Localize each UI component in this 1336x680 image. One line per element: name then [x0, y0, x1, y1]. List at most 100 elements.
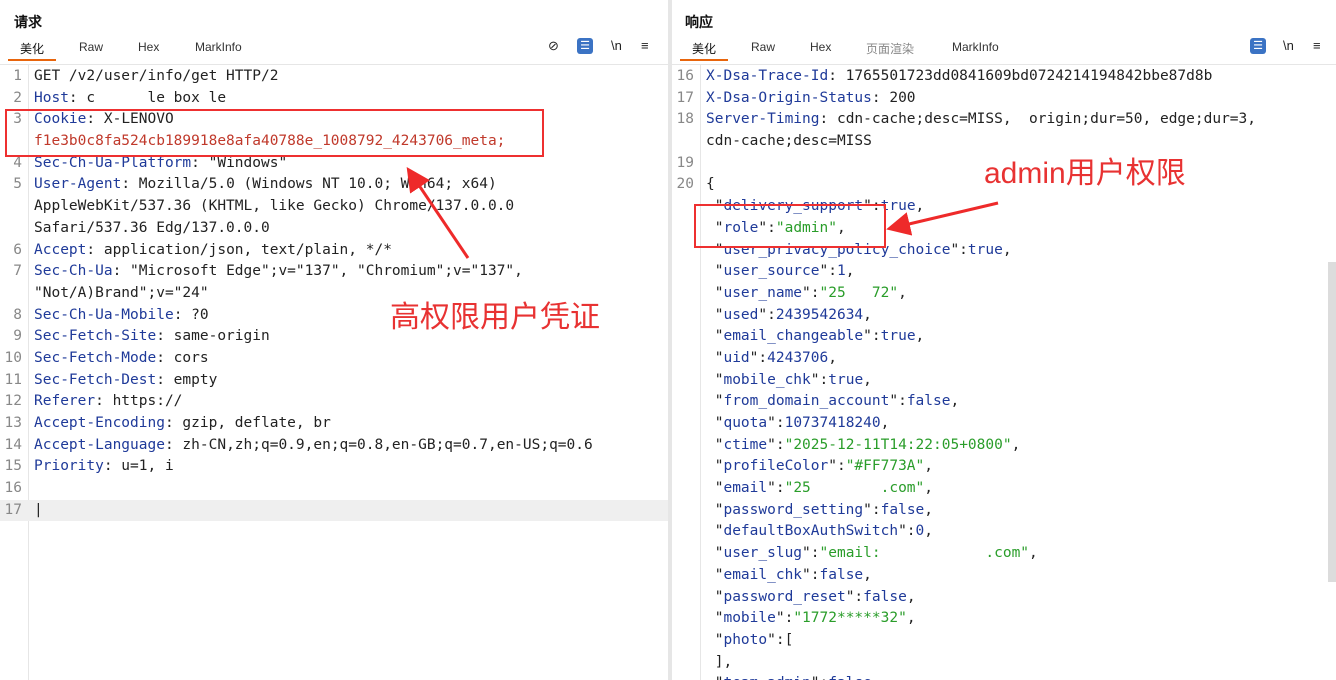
json-key: user_slug — [723, 545, 803, 562]
line-number: 16 — [4, 480, 22, 497]
line-number: 1 — [13, 68, 22, 84]
json-key: uid — [723, 349, 750, 366]
code-line: "uid":4243706, — [672, 348, 1336, 370]
code-line: "email_chk":false, — [672, 565, 1336, 587]
line-content: GET /v2/user/info/get HTTP/2 — [34, 66, 278, 88]
header-name: X-Dsa-Trace-Id — [706, 68, 829, 84]
header-name: Sec-Ch-Ua-Mobile — [34, 306, 174, 323]
code-line: "team_admin":false, — [672, 673, 1336, 680]
header-value: application/json, text/plain, */* — [95, 241, 392, 258]
menu-icon[interactable]: ≡ — [641, 38, 649, 53]
code-line: 18 Server-Timing: cdn-cache;desc=MISS, or… — [672, 109, 1336, 131]
line-number: 10 — [4, 349, 22, 366]
line-content: "user_name":"25 72", — [714, 284, 907, 301]
newline-toggle-icon[interactable]: \n — [1283, 38, 1294, 53]
header-value: cors — [164, 349, 209, 366]
line-text: AppleWebKit/537.36 (KHTML, like Gecko) C… — [34, 198, 515, 215]
line-number: 17 — [4, 501, 22, 518]
line-content: "from_domain_account":false, — [714, 393, 960, 410]
tab-pretty[interactable]: 美化 — [679, 40, 729, 61]
code-line: "defaultBoxAuthSwitch":0, — [672, 521, 1336, 543]
line-content: "ctime":"2025-12-11T14:22:05+0800", — [714, 436, 1021, 453]
header-name: Accept — [34, 241, 87, 258]
tab-raw[interactable]: Raw — [79, 40, 103, 54]
code-line: "quota":10737418240, — [672, 413, 1336, 435]
line-content: Sec-Ch-Ua-Mobile: ?0 — [34, 306, 209, 323]
header-name: User-Agent — [34, 176, 122, 193]
format-icon[interactable]: ☰ — [577, 38, 593, 54]
line-content: "team_admin":false, — [706, 673, 881, 680]
hide-eye-icon[interactable]: ⊘ — [548, 38, 559, 54]
code-line: 7 Sec-Ch-Ua: "Microsoft Edge";v="137", "C… — [0, 261, 668, 283]
code-line: "photo":[ — [672, 630, 1336, 652]
line-number: 18 — [676, 111, 694, 128]
tab-raw[interactable]: Raw — [751, 40, 775, 54]
menu-icon[interactable]: ≡ — [1313, 38, 1321, 53]
line-content: "profileColor":"#FF773A", — [714, 458, 934, 475]
header-value: zh-CN,zh;q=0.9,en;q=0.8,en-GB;q=0.7,en-U… — [173, 436, 593, 453]
line-number: 12 — [4, 393, 22, 410]
line-number: 19 — [676, 154, 694, 171]
header-value: ?0 — [182, 306, 209, 323]
json-key: from_domain_account — [723, 393, 890, 410]
line-number: 2 — [13, 89, 22, 106]
tab-markinfo[interactable]: MarkInfo — [952, 40, 999, 54]
cookie-highlight-box — [5, 109, 544, 157]
line-content: "defaultBoxAuthSwitch":0, — [714, 523, 934, 540]
tab-hex[interactable]: Hex — [810, 40, 831, 54]
line-content: "password_setting":false, — [714, 501, 934, 518]
json-key: user_source — [723, 263, 820, 280]
json-value: false — [828, 675, 872, 680]
line-content: X-Dsa-Origin-Status: 200 — [706, 89, 916, 106]
code-line: 17 X-Dsa-Origin-Status: 200 — [672, 88, 1336, 110]
format-icon[interactable]: ☰ — [1250, 38, 1266, 54]
code-line: "used":2439542634, — [672, 305, 1336, 327]
header-value: gzip, deflate, br — [173, 415, 331, 431]
tab-pretty[interactable]: 美化 — [7, 40, 57, 61]
newline-toggle-icon[interactable]: \n — [611, 38, 622, 53]
line-text: "Not/A)Brand";v="24" — [34, 284, 209, 301]
line-content: "mobile_chk":true, — [714, 371, 872, 388]
json-value: "#FF773A" — [845, 458, 925, 475]
header-value: "Windows" — [199, 154, 288, 171]
json-key: password_setting — [723, 501, 864, 518]
tab-hex[interactable]: Hex — [138, 40, 159, 54]
json-value: 2439542634 — [775, 306, 864, 323]
json-value: false — [819, 566, 864, 583]
json-value: 4243706 — [767, 349, 829, 366]
request-tabs: 美化 Raw Hex MarkInfo — [0, 40, 668, 61]
line-number: 15 — [4, 458, 22, 475]
request-pane: 请求 美化 Raw Hex MarkInfo ⊘ ☰ \n ≡ 1 GET /v2… — [0, 0, 668, 680]
credential-annotation: 高权限用户凭证 — [390, 301, 600, 334]
header-name: X-Dsa-Origin-Status — [706, 89, 872, 106]
line-content: "password_reset":false, — [714, 588, 916, 605]
line-content: X-Dsa-Trace-Id: 1765501723dd0841609bd072… — [706, 68, 1213, 84]
tab-markinfo[interactable]: MarkInfo — [195, 40, 242, 54]
header-name: Host — [34, 89, 69, 106]
json-value: false — [906, 393, 951, 410]
line-number: 16 — [676, 68, 694, 84]
line-content: Server-Timing: cdn-cache;desc=MISS, orig… — [706, 111, 1256, 128]
json-value: true — [880, 328, 916, 345]
header-name: Sec-Ch-Ua-Platform — [34, 154, 192, 171]
code-line: "profileColor":"#FF773A", — [672, 456, 1336, 478]
json-key: used — [723, 306, 759, 323]
response-scrollbar[interactable] — [1328, 262, 1336, 582]
code-line: 15 Priority: u=1, i — [0, 456, 668, 478]
header-name: Accept-Encoding — [34, 415, 165, 431]
json-key: defaultBoxAuthSwitch — [723, 523, 899, 540]
line-content: "uid":4243706, — [714, 349, 837, 366]
code-line: 16 X-Dsa-Trace-Id: 1765501723dd0841609bd0… — [672, 66, 1336, 88]
line-number: 11 — [4, 371, 22, 388]
json-key: mobile_chk — [723, 371, 811, 388]
json-value: "1772*****32" — [793, 610, 907, 627]
tab-render[interactable]: 页面渲染 — [866, 40, 914, 57]
json-key: password_reset — [723, 588, 846, 605]
line-content: "quota":10737418240, — [714, 415, 890, 431]
header-name: Sec-Fetch-Site — [34, 328, 157, 345]
line-content: Accept-Encoding: gzip, deflate, br — [34, 415, 331, 431]
role-highlight-box — [694, 204, 886, 248]
header-value: 200 — [880, 89, 916, 106]
json-value: true — [828, 371, 864, 388]
json-key: photo — [723, 631, 768, 648]
